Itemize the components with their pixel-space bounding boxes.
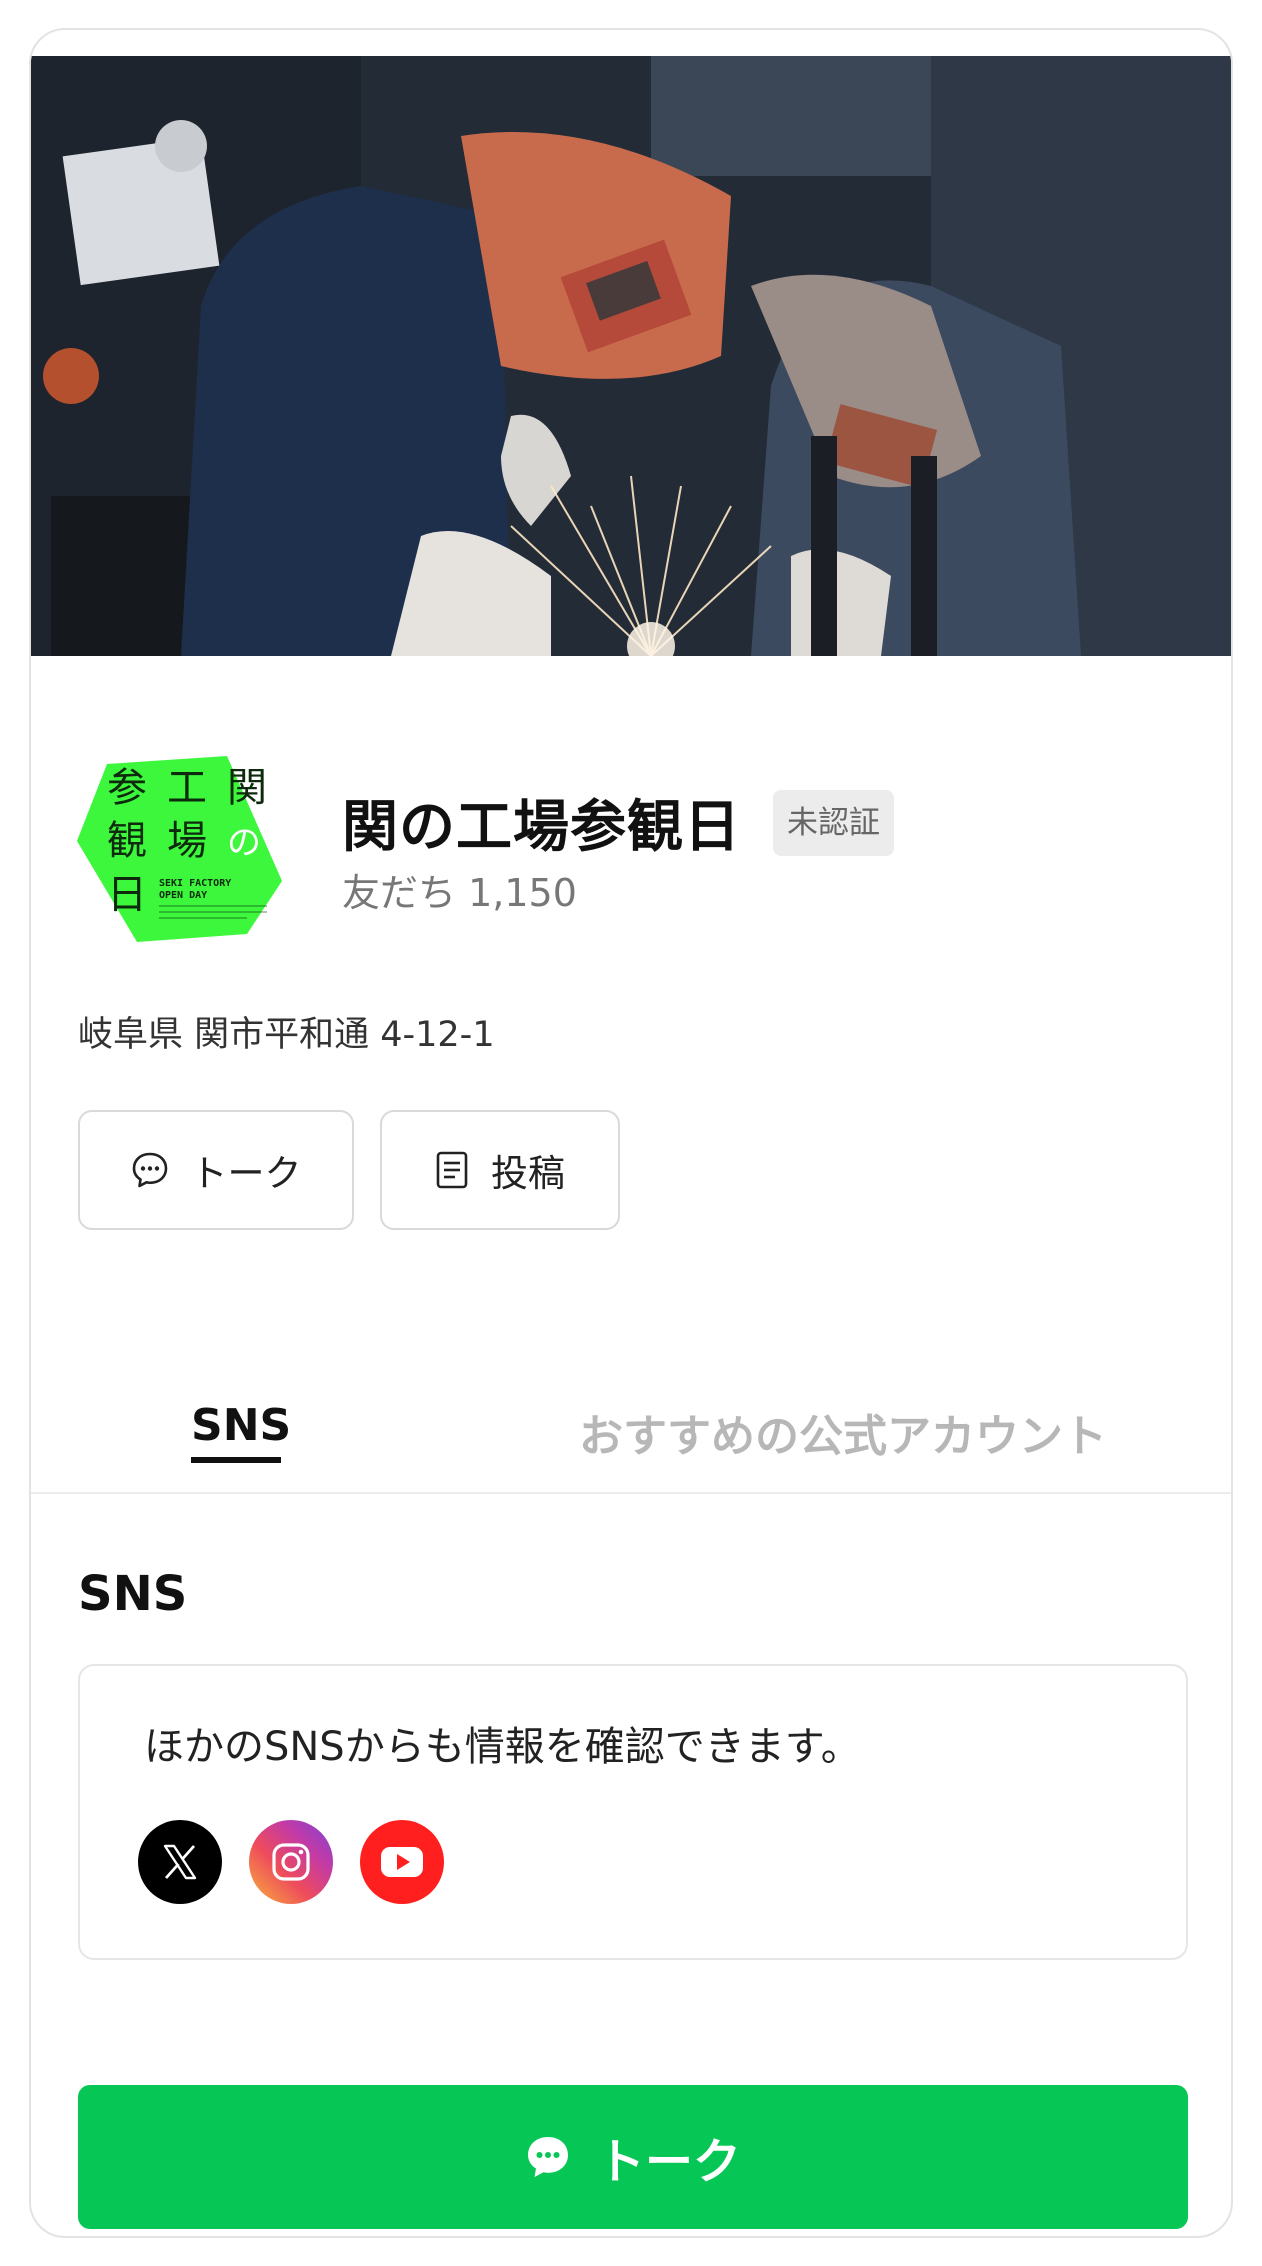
verification-badge: 未認証 [773, 789, 894, 856]
logo-char-3: 関 [227, 765, 267, 811]
x-icon[interactable] [138, 1820, 222, 1904]
talk-cta-button[interactable]: トーク [78, 2085, 1188, 2229]
logo-sub-2: OPEN DAY [159, 890, 207, 901]
profile-card: 参 工 関 観 場 の 日 SEKI FACTORY OPEN DAY 関の工場… [29, 28, 1233, 2238]
document-icon [436, 1151, 468, 1189]
sns-section-title: SNS [78, 1566, 188, 1622]
tab-bar: SNS おすすめの公式アカウント [31, 1360, 1231, 1494]
youtube-icon[interactable] [360, 1820, 444, 1904]
sns-description: ほかのSNSからも情報を確認できます。 [144, 1724, 861, 1770]
cover-image [31, 56, 1231, 656]
logo-char-5: 場 [167, 818, 207, 864]
logo-graphic: 参 工 関 観 場 の 日 SEKI FACTORY OPEN DAY [77, 756, 282, 942]
address: 岐阜県 関市平和通 4-12-1 [78, 1015, 495, 1055]
talk-button-label: トーク [190, 1152, 302, 1195]
post-button-label: 投稿 [491, 1152, 565, 1195]
tab-sns[interactable]: SNS [191, 1400, 291, 1451]
logo-char-6: の [227, 823, 261, 863]
post-button[interactable]: 投稿 [380, 1110, 620, 1230]
account-name: 関の工場参観日 [342, 795, 741, 860]
talk-button[interactable]: トーク [78, 1110, 354, 1230]
logo-char-4: 観 [107, 818, 147, 864]
talk-cta-label: トーク [596, 2136, 741, 2189]
name-row: 関の工場参観日 未認証 [342, 782, 894, 863]
active-tab-indicator [191, 1457, 281, 1463]
cover-illustration [31, 56, 1231, 656]
sns-box: ほかのSNSからも情報を確認できます。 [78, 1664, 1188, 1960]
instagram-icon[interactable] [249, 1820, 333, 1904]
tab-recommended-accounts[interactable]: おすすめの公式アカウント [579, 1400, 1107, 1464]
logo-sub-1: SEKI FACTORY [159, 878, 231, 889]
logo-char-2: 工 [167, 765, 207, 811]
chat-bubble-filled-icon [527, 2137, 568, 2177]
sns-icon-list [138, 1820, 444, 1904]
friend-count: 友だち 1,150 [342, 871, 577, 915]
chat-bubble-icon [132, 1152, 167, 1188]
logo-char-1: 参 [107, 765, 147, 811]
logo-char-7: 日 [107, 872, 147, 918]
account-logo: 参 工 関 観 場 の 日 SEKI FACTORY OPEN DAY [77, 746, 287, 944]
action-buttons: トーク 投稿 [78, 1110, 620, 1230]
